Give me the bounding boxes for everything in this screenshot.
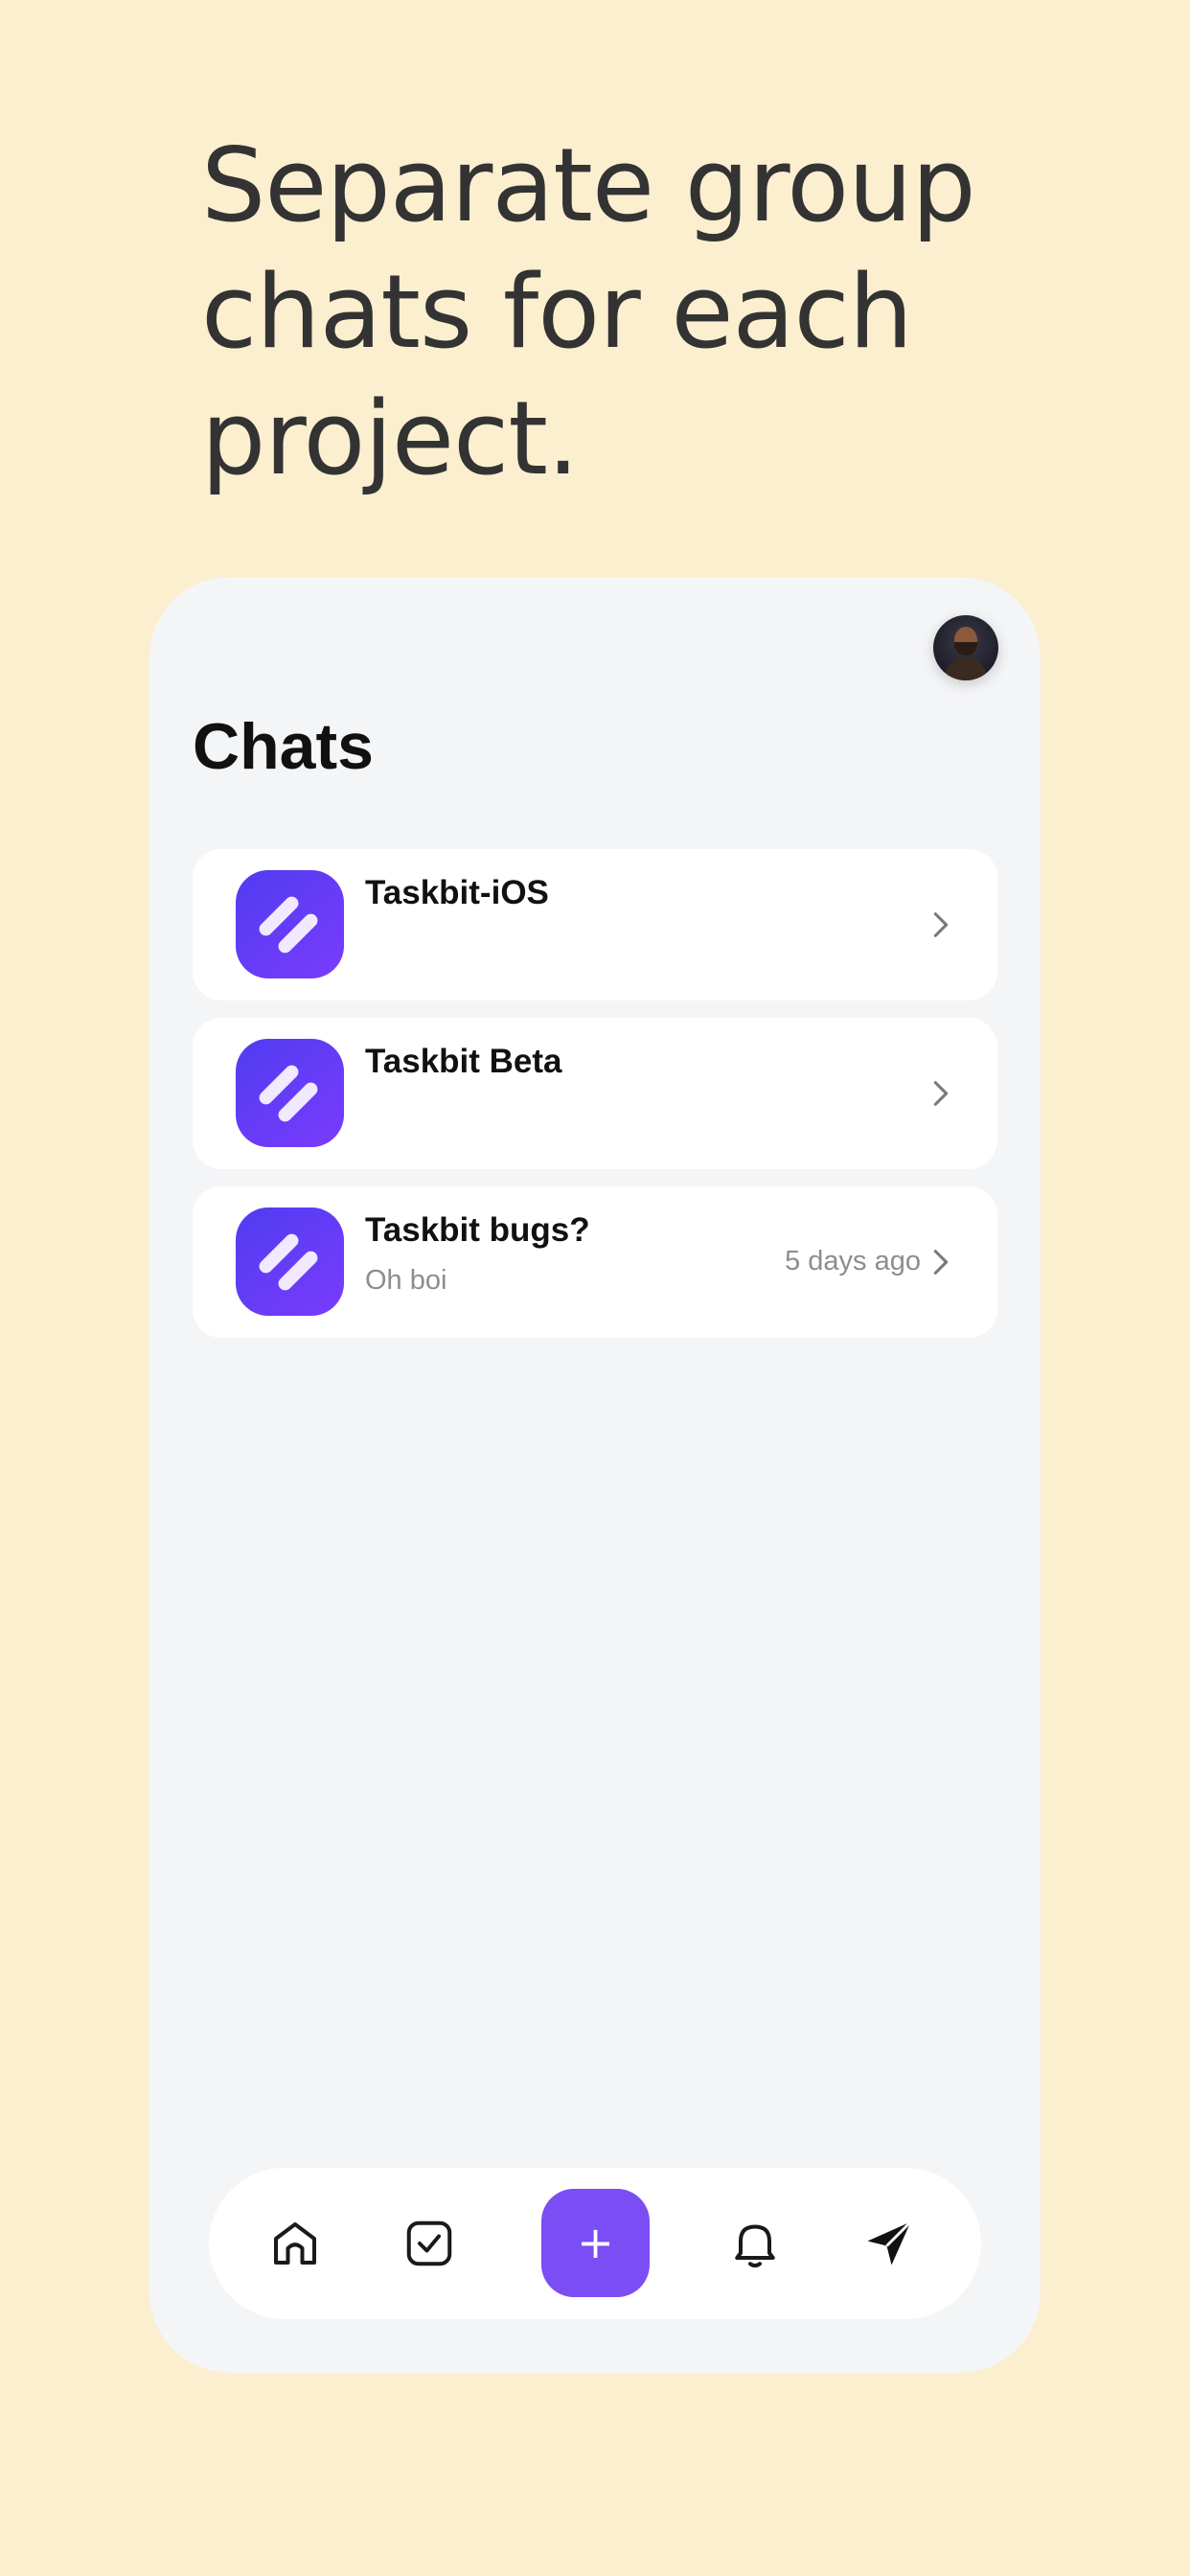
chat-list: Taskbit-iOS Taskbit Beta Taskbit bugs? O… [193, 849, 997, 1355]
chat-name: Taskbit bugs? [365, 1211, 590, 1249]
bottom-tab-bar: + [209, 2168, 981, 2319]
chat-row-taskbit-beta[interactable]: Taskbit Beta [193, 1018, 997, 1169]
chevron-right-icon [933, 1081, 949, 1106]
taskbit-logo-icon [236, 870, 344, 978]
chat-row-taskbit-bugs[interactable]: Taskbit bugs? Oh boi 5 days ago [193, 1186, 997, 1338]
send-icon[interactable] [860, 2215, 918, 2272]
taskbit-logo-icon [236, 1039, 344, 1147]
add-button[interactable]: + [541, 2189, 650, 2297]
phone-screen: Chats Taskbit-iOS Taskbit Beta Taskbit b… [149, 577, 1041, 2373]
chat-name: Taskbit Beta [365, 1043, 562, 1080]
chat-name: Taskbit-iOS [365, 874, 549, 911]
taskbit-logo-icon [236, 1208, 344, 1316]
chat-row-taskbit-ios[interactable]: Taskbit-iOS [193, 849, 997, 1000]
chat-preview: Oh boi [365, 1265, 447, 1296]
user-avatar[interactable] [933, 615, 998, 680]
page-title: Chats [193, 710, 374, 783]
page: Separate group chats for each project. C… [0, 0, 1190, 2576]
tasks-checkbox-icon[interactable] [400, 2215, 458, 2272]
bell-icon[interactable] [726, 2215, 784, 2272]
headline: Separate group chats for each project. [201, 126, 976, 497]
chevron-right-icon [933, 912, 949, 937]
chat-time: 5 days ago [785, 1246, 921, 1276]
home-icon[interactable] [266, 2215, 324, 2272]
chevron-right-icon [933, 1250, 949, 1275]
